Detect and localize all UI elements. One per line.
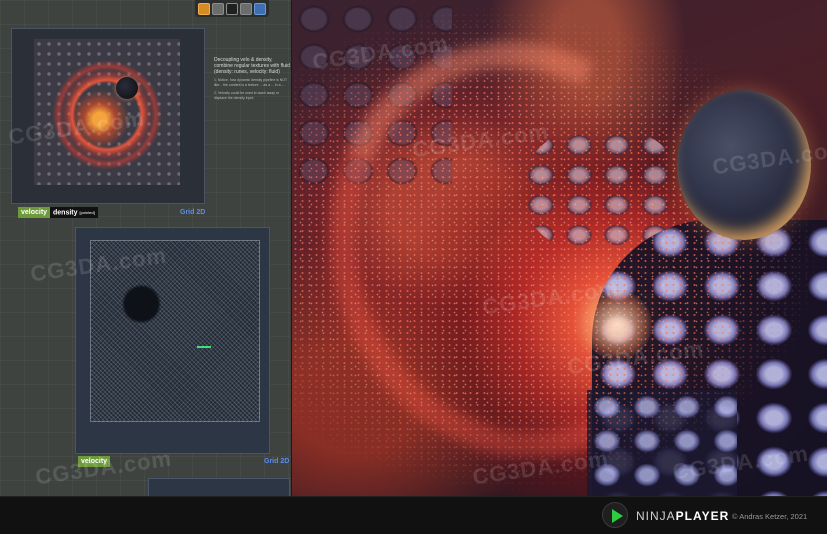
render-viewport[interactable]: CG3DA.com CG3DA.com CG3DA.com CG3DA.com … bbox=[291, 0, 827, 496]
grid-2d-label-2: Grid 2D bbox=[264, 458, 290, 465]
brand-player: PLAYER bbox=[675, 509, 730, 523]
tool-grid-icon[interactable] bbox=[212, 2, 224, 15]
sphere-collider-preview bbox=[116, 77, 138, 99]
velocity-preview bbox=[90, 240, 260, 422]
emitter-glow bbox=[582, 290, 652, 360]
fluid-particles bbox=[292, 0, 827, 496]
notes-title: Decoupling velo & density, combine regul… bbox=[214, 57, 290, 75]
density-sublabel: [pointed] bbox=[79, 210, 95, 215]
sphere-collider bbox=[677, 90, 811, 240]
density-label: density bbox=[53, 209, 78, 217]
node-editor-panel[interactable]: velocity density [pointed] Grid 2D Decoup… bbox=[0, 0, 291, 496]
grid-node-partial[interactable] bbox=[148, 478, 290, 496]
tool-settings-icon[interactable] bbox=[254, 2, 266, 15]
grid-node-velocity[interactable] bbox=[75, 227, 270, 454]
velocity-output-tag-2[interactable]: velocity bbox=[78, 456, 111, 467]
play-icon bbox=[612, 509, 623, 523]
grid-2d-label: Grid 2D bbox=[180, 209, 206, 216]
editor-notes: Decoupling velo & density, combine regul… bbox=[214, 57, 291, 104]
tool-move-icon[interactable] bbox=[198, 2, 210, 15]
player-bar: NINJAPLAYER © Andras Ketzer, 2021 bbox=[0, 496, 827, 534]
velocity-output-tag[interactable]: velocity bbox=[18, 207, 51, 218]
notes-item-2: 2. Velocity could be used to wash away o… bbox=[214, 91, 279, 100]
notes-item-1: 1. Notice, how dynamic density pipeline … bbox=[214, 78, 288, 87]
brand-ninja: NINJA bbox=[636, 509, 676, 523]
player-brand: NINJAPLAYER bbox=[636, 509, 729, 523]
play-button[interactable] bbox=[602, 502, 628, 528]
density-output-tag[interactable]: density [pointed] bbox=[50, 207, 98, 218]
density-preview bbox=[34, 39, 180, 185]
velocity-marker-icon bbox=[197, 346, 211, 348]
grid-node-density[interactable] bbox=[11, 28, 205, 204]
tool-layer-icon[interactable] bbox=[226, 2, 238, 15]
editor-toolbar bbox=[195, 0, 269, 17]
copyright-text: © Andras Ketzer, 2021 bbox=[732, 512, 808, 521]
tool-frame-icon[interactable] bbox=[240, 2, 252, 15]
